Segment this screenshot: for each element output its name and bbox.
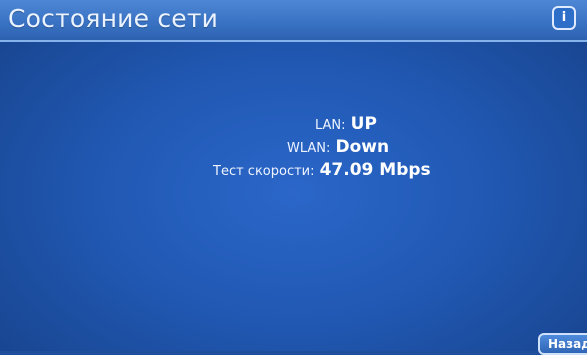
- speed-test-value: 47.09 Mbps: [319, 160, 431, 180]
- info-icon: i: [561, 10, 567, 25]
- wlan-label: WLAN:: [287, 141, 331, 156]
- speed-test-label: Тест скорости:: [213, 164, 315, 179]
- network-status-screen: Состояние сети i LAN: UP WLAN: Down Тест…: [0, 0, 587, 355]
- wlan-status-row: WLAN: Down: [287, 137, 389, 157]
- lan-value: UP: [350, 114, 377, 134]
- lan-status-row: LAN: UP: [315, 114, 377, 134]
- info-button[interactable]: i: [552, 6, 576, 30]
- wlan-value: Down: [335, 137, 390, 157]
- page-title: Состояние сети: [8, 4, 219, 33]
- title-bar: Состояние сети i: [0, 0, 587, 42]
- speed-test-row: Тест скорости: 47.09 Mbps: [213, 160, 431, 180]
- lan-label: LAN:: [315, 118, 346, 133]
- back-button[interactable]: Назад: [538, 333, 587, 355]
